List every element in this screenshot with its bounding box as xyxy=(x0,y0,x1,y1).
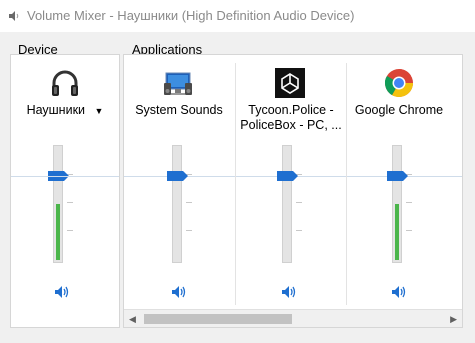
app-label-google-chrome: Google Chrome xyxy=(354,103,444,117)
speaker-icon xyxy=(9,11,19,21)
tycoon-police-mute-button[interactable] xyxy=(281,285,297,299)
slider-tick xyxy=(186,230,192,231)
app-column-google-chrome: Google Chrome xyxy=(347,55,462,305)
level-line xyxy=(11,176,119,177)
applications-panel: System Sounds Tycoon.Police - PoliceBox … xyxy=(123,54,463,328)
unity-icon xyxy=(275,68,305,98)
slider-tick xyxy=(406,202,412,203)
google-chrome-volume-thumb[interactable] xyxy=(387,171,408,181)
google-chrome-volume-slider[interactable] xyxy=(392,145,412,263)
slider-tick xyxy=(67,230,73,231)
slider-tick xyxy=(296,202,302,203)
device-name: Наушники xyxy=(26,103,86,117)
slider-tick xyxy=(67,202,73,203)
title-bar: Volume Mixer - Наушники (High Definition… xyxy=(0,0,475,32)
scroll-left-icon[interactable]: ◀ xyxy=(129,314,136,324)
chrome-icon xyxy=(385,69,413,97)
device-volume-slider[interactable] xyxy=(53,145,73,263)
app-label-system-sounds: System Sounds xyxy=(135,103,223,117)
app-column-system-sounds: System Sounds xyxy=(124,55,234,305)
tycoon-police-volume-slider[interactable] xyxy=(282,145,302,263)
scroll-right-icon[interactable]: ▶ xyxy=(450,314,457,324)
system-sounds-icon xyxy=(164,72,192,95)
slider-tick xyxy=(186,202,192,203)
device-mute-button[interactable] xyxy=(54,285,70,299)
system-sounds-volume-slider[interactable] xyxy=(172,145,192,263)
device-peak-meter xyxy=(56,204,60,260)
horizontal-scrollbar[interactable]: ◀ ▶ xyxy=(124,309,462,327)
google-chrome-peak-meter xyxy=(395,204,399,260)
headphones-icon xyxy=(52,70,78,96)
volume-mixer-window: Volume Mixer - Наушники (High Definition… xyxy=(0,0,475,343)
tycoon-police-volume-thumb[interactable] xyxy=(277,171,298,181)
slider-tick xyxy=(296,230,302,231)
app-column-tycoon-police: Tycoon.Police - PoliceBox - PC, ... xyxy=(236,55,346,305)
chevron-down-icon: ▼ xyxy=(94,106,104,116)
window-title: Volume Mixer - Наушники (High Definition… xyxy=(27,8,355,23)
system-sounds-mute-button[interactable] xyxy=(171,285,187,299)
device-selector[interactable]: Наушники ▼ xyxy=(11,103,119,117)
app-label-tycoon-police: Tycoon.Police - PoliceBox - PC, ... xyxy=(240,103,342,132)
google-chrome-mute-button[interactable] xyxy=(391,285,407,299)
device-panel: Наушники ▼ xyxy=(10,54,120,328)
scrollbar-thumb[interactable] xyxy=(144,314,292,324)
slider-tick xyxy=(406,230,412,231)
system-sounds-volume-thumb[interactable] xyxy=(167,171,188,181)
